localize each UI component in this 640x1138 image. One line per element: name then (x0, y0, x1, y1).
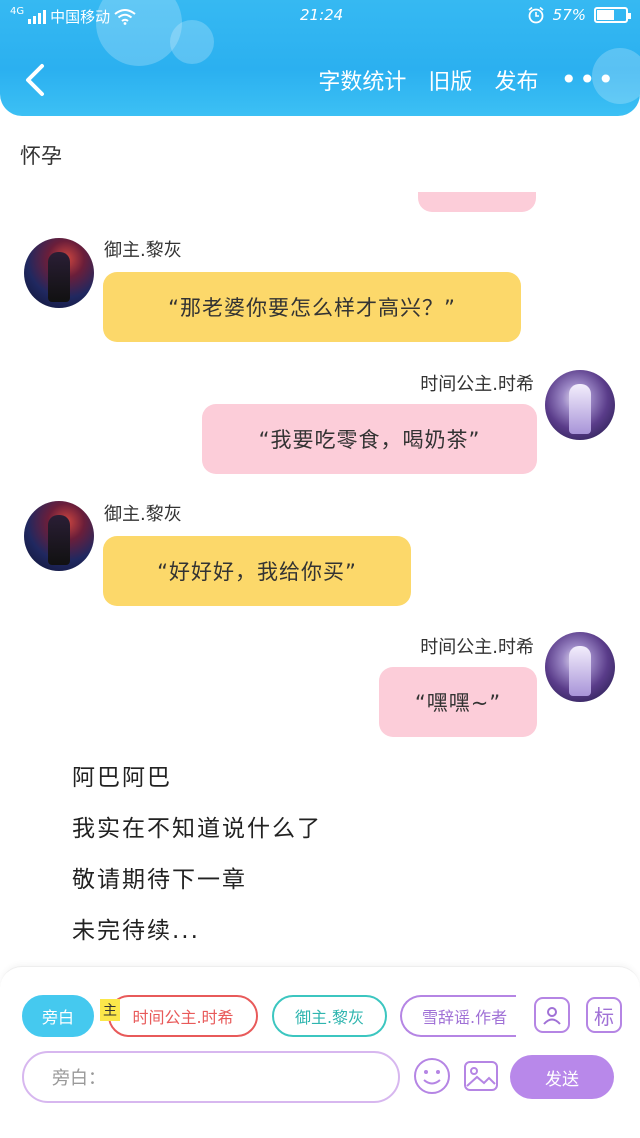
message-input[interactable]: 旁白： (22, 1051, 400, 1103)
clock: 21:24 (300, 6, 344, 24)
publish-button[interactable]: 发布 (494, 64, 538, 96)
more-dots-icon[interactable]: ••• (560, 66, 616, 94)
narration-line: 阿巴阿巴 (72, 765, 172, 791)
app-header: 4G 中国移动 21:24 57% 字数统计 旧版 发布 ••• (0, 0, 640, 116)
avatar[interactable] (545, 632, 615, 702)
battery-icon (594, 7, 631, 23)
narration-line: 我实在不知道说什么了 (72, 816, 322, 842)
sender-name: 御主.黎灰 (104, 504, 182, 525)
image-icon[interactable] (462, 1057, 500, 1095)
avatar[interactable] (24, 501, 94, 571)
chevron-left-icon[interactable] (18, 58, 54, 102)
tag-button[interactable]: 标 (586, 997, 622, 1033)
status-bar: 4G 中国移动 21:24 57% (0, 0, 640, 32)
sender-name: 时间公主.时希 (420, 637, 534, 658)
main-role-tag: 主 (100, 999, 120, 1021)
sender-name: 时间公主.时希 (420, 374, 534, 395)
alarm-icon (528, 6, 544, 24)
old-version-button[interactable]: 旧版 (428, 64, 472, 96)
role-chip-narration[interactable]: 旁白 (22, 995, 94, 1037)
word-count-button[interactable]: 字数统计 (318, 64, 406, 96)
message-bubble: “那老婆你要怎么样才高兴？” (103, 272, 521, 342)
chapter-title: 怀孕 (20, 144, 62, 168)
carrier-name: 中国移动 (50, 8, 111, 26)
sender-name: 御主.黎灰 (104, 240, 182, 261)
avatar[interactable] (545, 370, 615, 440)
network-type: 4G (10, 6, 25, 17)
message-bubble: “我要吃零食，喝奶茶” (202, 404, 537, 474)
role-chip-lord[interactable]: 御主.黎灰 (272, 995, 387, 1037)
previous-message-bubble (418, 192, 536, 212)
battery-percent: 57% (552, 6, 586, 24)
message-bubble: “嘿嘿~” (379, 667, 537, 737)
send-button[interactable]: 发送 (510, 1055, 614, 1099)
person-card-icon[interactable] (534, 997, 570, 1033)
smile-icon[interactable] (413, 1057, 451, 1095)
composer-bar: 旁白 时间公主.时希 主 御主.黎灰 雪辞谣.作者 标 旁白： 发送 (0, 966, 640, 1138)
message-bubble: “好好好，我给你买” (103, 536, 411, 606)
avatar[interactable] (24, 238, 94, 308)
signal-icon (28, 9, 47, 24)
narration-line: 敬请期待下一章 (72, 867, 247, 893)
role-chip-author[interactable]: 雪辞谣.作者 (400, 995, 516, 1037)
role-chip-princess[interactable]: 时间公主.时希 (108, 995, 258, 1037)
wifi-icon (114, 8, 136, 25)
narration-line: 未完待续... (72, 918, 200, 944)
header-actions: 字数统计 旧版 发布 ••• (318, 64, 616, 96)
